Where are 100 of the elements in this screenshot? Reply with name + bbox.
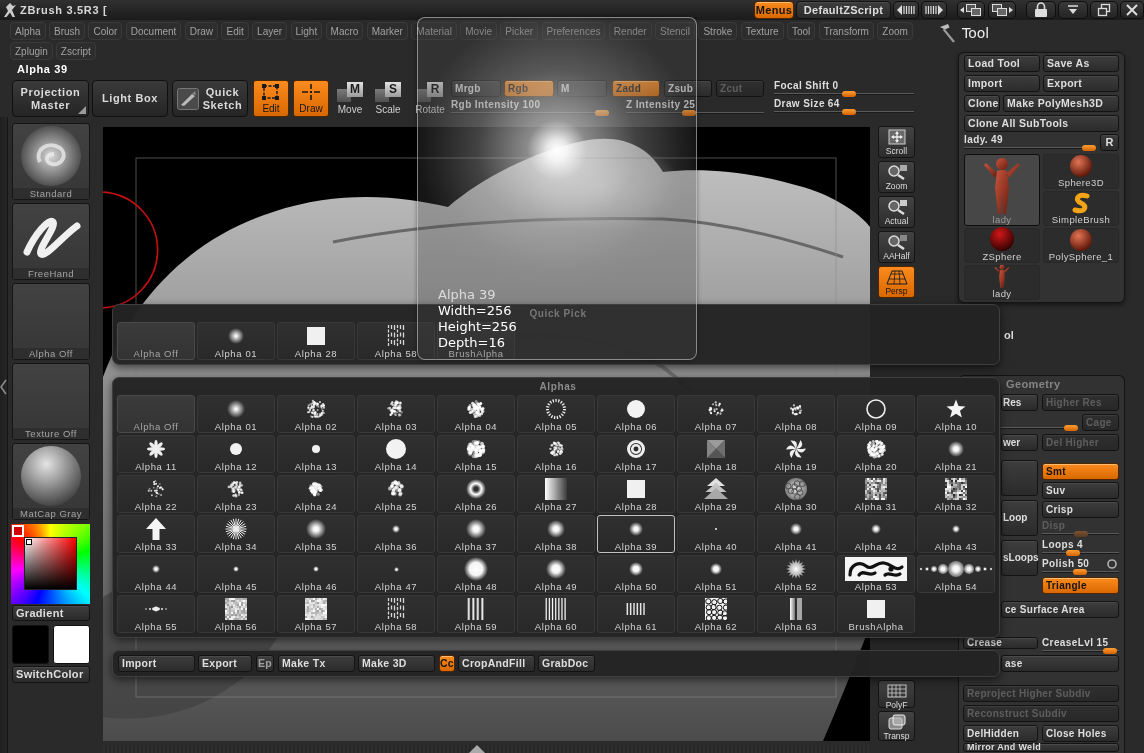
alpha-tile[interactable]: Alpha 14 xyxy=(357,435,435,473)
palette-button[interactable]: Export xyxy=(1043,75,1119,92)
alpha-tile[interactable]: Alpha 24 xyxy=(277,475,355,513)
alpha-tile[interactable]: Alpha 01 xyxy=(197,395,275,433)
menu-item[interactable]: Zscript xyxy=(55,42,96,60)
view-button[interactable]: Scroll xyxy=(878,126,915,158)
geometry-button[interactable]: Triangle xyxy=(1042,577,1119,594)
menu-item[interactable]: Color xyxy=(88,22,123,40)
alpha-tile[interactable]: Alpha 48 xyxy=(437,555,515,593)
alpha-tile[interactable]: Alpha 23 xyxy=(197,475,275,513)
alpha-tile[interactable]: Alpha 60 xyxy=(517,595,595,633)
alpha-tile[interactable]: Alpha 18 xyxy=(677,435,755,473)
alpha-tile[interactable]: Alpha 01 xyxy=(197,322,275,360)
view-button[interactable]: Transp xyxy=(878,711,915,741)
tool-tile[interactable]: SimpleBrush xyxy=(1043,191,1119,226)
alpha-action-button[interactable]: Ep xyxy=(256,655,274,672)
menu-item[interactable]: Light xyxy=(290,22,323,40)
slider-thumb[interactable] xyxy=(1064,425,1078,431)
alpha-tile[interactable]: Alpha 40 xyxy=(677,515,755,553)
menu-item[interactable]: Stencil xyxy=(655,22,696,40)
script-back-button[interactable] xyxy=(893,1,919,19)
toggle-ring-icon[interactable] xyxy=(1107,558,1117,569)
tool-tile[interactable]: lady xyxy=(964,265,1040,300)
alpha-tile[interactable]: Alpha 57 xyxy=(277,595,355,633)
view-button[interactable]: Zoom xyxy=(878,161,915,193)
menu-item[interactable]: Zplugin xyxy=(10,42,53,60)
alpha-tile[interactable]: Alpha 13 xyxy=(277,435,355,473)
primary-color-swatch[interactable] xyxy=(12,625,49,664)
alpha-tile[interactable]: Alpha Off xyxy=(117,322,195,360)
alpha-tile[interactable]: Alpha 46 xyxy=(277,555,355,593)
geometry-button[interactable]: wer xyxy=(1001,434,1038,451)
lock-button[interactable] xyxy=(1026,1,1056,19)
alpha-tile[interactable]: Alpha 33 xyxy=(117,515,195,553)
menu-item[interactable]: Zoom xyxy=(877,22,913,40)
menu-item[interactable]: Texture xyxy=(740,22,784,40)
alpha-tile[interactable]: Alpha 15 xyxy=(437,435,515,473)
geometry-button[interactable]: sLoops xyxy=(1001,540,1038,576)
window-back-button[interactable] xyxy=(957,1,985,19)
alpha-action-button[interactable]: Export xyxy=(198,655,252,672)
alpha-tile[interactable]: Alpha 35 xyxy=(277,515,355,553)
geometry-button[interactable]: ase xyxy=(1001,655,1119,672)
zscript-button[interactable]: DefaultZScript xyxy=(796,1,891,19)
alpha-tile[interactable]: Alpha 12 xyxy=(197,435,275,473)
edit-button[interactable]: Edit xyxy=(253,80,289,117)
channel-button[interactable]: Mrgb xyxy=(451,80,501,97)
alpha-tile[interactable]: Alpha 39 xyxy=(597,515,675,553)
tool-tile[interactable]: PolySphere_1 xyxy=(1043,228,1119,263)
alpha-tile[interactable]: Alpha 05 xyxy=(517,395,595,433)
alpha-tile[interactable]: Alpha 36 xyxy=(357,515,435,553)
alpha-tile[interactable]: Alpha 17 xyxy=(597,435,675,473)
alpha-tile[interactable]: Alpha 49 xyxy=(517,555,595,593)
slider-track[interactable] xyxy=(964,145,1096,151)
alpha-tile[interactable]: Alpha 25 xyxy=(357,475,435,513)
restore-button[interactable] xyxy=(1090,1,1118,19)
alpha-tile[interactable]: Alpha 55 xyxy=(117,595,195,633)
view-button[interactable]: PolyF xyxy=(878,680,915,708)
alpha-tile[interactable]: Alpha 06 xyxy=(597,395,675,433)
alpha-tile[interactable]: Alpha 52 xyxy=(757,555,835,593)
alpha-tile[interactable]: Alpha 30 xyxy=(757,475,835,513)
alpha-tile[interactable]: Alpha 26 xyxy=(437,475,515,513)
slider-thumb[interactable] xyxy=(681,110,696,116)
slider-thumb[interactable] xyxy=(1103,648,1118,654)
alpha-action-button[interactable]: Cc xyxy=(439,655,455,672)
alpha-tile[interactable]: Alpha 10 xyxy=(917,395,995,433)
tool-tile[interactable]: ZSphere xyxy=(964,228,1040,263)
menu-item[interactable]: Macro xyxy=(325,22,364,40)
slider-track[interactable] xyxy=(1001,425,1078,431)
view-button[interactable]: Persp xyxy=(878,266,915,298)
alpha-tile[interactable]: Alpha 44 xyxy=(117,555,195,593)
transform-button[interactable]: M Move xyxy=(334,80,366,117)
geometry-button[interactable]: Res xyxy=(1001,394,1038,411)
script-forward-button[interactable] xyxy=(921,1,947,19)
alpha-tile[interactable]: Alpha 07 xyxy=(677,395,755,433)
alpha-tile[interactable]: Alpha 31 xyxy=(837,475,915,513)
menu-item[interactable]: Brush xyxy=(48,22,86,40)
alpha-tile[interactable]: Alpha 61 xyxy=(597,595,675,633)
palette-button[interactable]: Save As xyxy=(1043,55,1119,72)
channel-button[interactable]: Zsub xyxy=(664,80,712,97)
view-button[interactable]: Actual xyxy=(878,196,915,228)
alpha-tile[interactable]: Alpha 03 xyxy=(357,395,435,433)
geometry-button[interactable]: Close Holes xyxy=(1042,725,1119,742)
alpha-tile[interactable]: BrushAlpha xyxy=(837,595,915,633)
menu-item[interactable]: Document xyxy=(125,22,182,40)
palette-button[interactable]: Load Tool xyxy=(964,55,1040,72)
alpha-tile[interactable]: Alpha 37 xyxy=(437,515,515,553)
menu-item[interactable]: Layer xyxy=(252,22,288,40)
alpha-tile[interactable]: Alpha 29 xyxy=(677,475,755,513)
color-square[interactable] xyxy=(24,537,77,590)
geometry-button[interactable]: Smt xyxy=(1042,463,1119,480)
menu-item[interactable]: Transform xyxy=(818,22,874,40)
transform-button[interactable]: S Scale xyxy=(372,80,404,117)
geometry-button[interactable]: Crisp xyxy=(1042,501,1119,518)
alpha-tile[interactable]: Alpha 47 xyxy=(357,555,435,593)
menu-item[interactable]: Draw xyxy=(184,22,219,40)
alpha-tile[interactable]: Alpha 62 xyxy=(677,595,755,633)
menus-button[interactable]: Menus xyxy=(754,1,794,19)
menu-item[interactable]: Stroke xyxy=(698,22,738,40)
projection-master-button[interactable]: Projection Master xyxy=(12,80,89,117)
alpha-tile[interactable]: Alpha 59 xyxy=(437,595,515,633)
alpha-tile[interactable]: Alpha 04 xyxy=(437,395,515,433)
